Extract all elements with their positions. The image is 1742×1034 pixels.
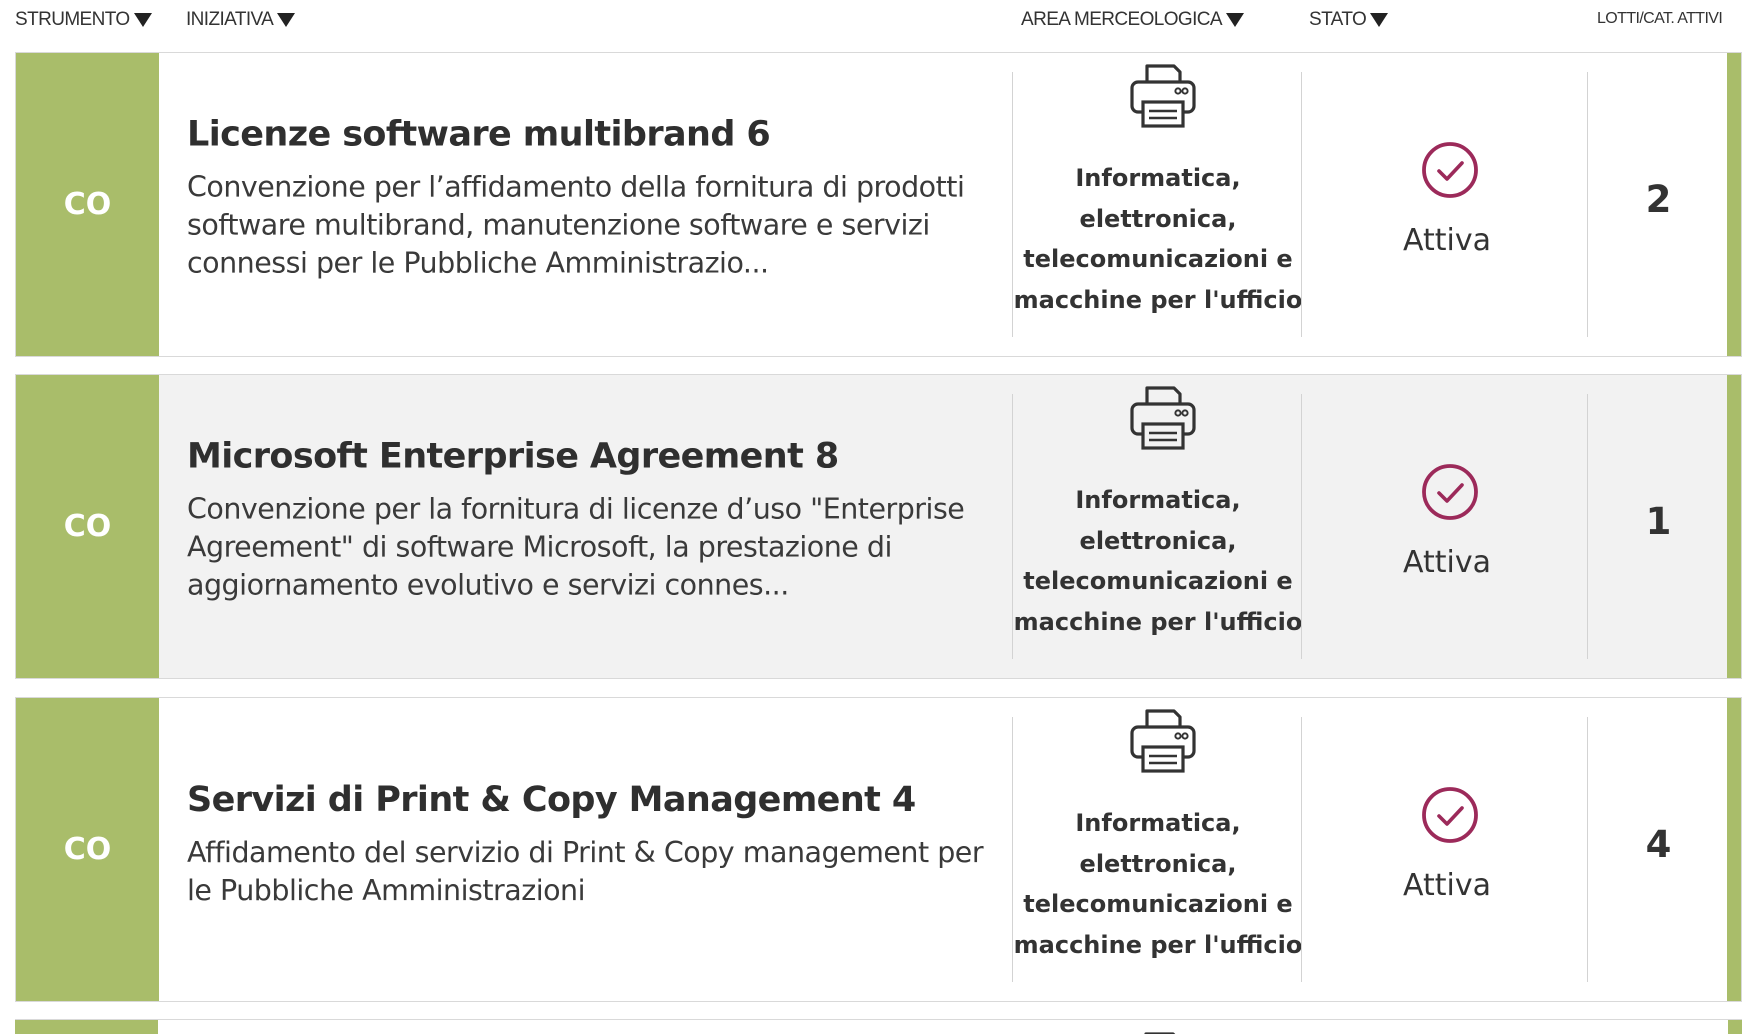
iniziativa-cell: Microsoft Enterprise Agreement 8 Convenz… (187, 436, 997, 604)
area-cell: Informatica, elettronica, telecomunicazi… (1013, 53, 1303, 356)
header-stato-label: STATO (1309, 9, 1367, 30)
table-row[interactable]: CO Licenze software multibrand 6 Convenz… (15, 52, 1742, 357)
row-accent (1728, 1020, 1742, 1034)
strumento-cell: CO (16, 698, 159, 1001)
stato-cell: Attiva (1302, 698, 1592, 1001)
table-header: STRUMENTO INIZIATIVA AREA MERCEOLOGICA S… (0, 0, 1742, 40)
stato-cell: Attiva (1302, 53, 1592, 356)
iniziativa-description: Convenzione per l’affidamento della forn… (187, 169, 965, 279)
header-lotti-label: LOTTI/CAT. ATTIVI (1597, 10, 1723, 27)
stato-label: Attiva (1403, 545, 1491, 580)
check-circle-icon (1422, 142, 1478, 198)
iniziativa-title[interactable]: Licenze software multibrand 6 (187, 114, 997, 154)
table-row[interactable]: CO Microsoft Enterprise Agreement 8 Conv… (15, 374, 1742, 679)
area-label: Informatica, elettronica, telecomunicazi… (1013, 486, 1303, 636)
row-accent (1727, 53, 1741, 356)
strumento-cell: CO (16, 53, 159, 356)
table-row-partial[interactable] (15, 1019, 1742, 1034)
sort-stato[interactable]: STATO (1309, 9, 1389, 31)
strumento-label: CO (63, 832, 112, 867)
header-lotti: LOTTI/CAT. ATTIVI (1597, 10, 1723, 28)
strumento-cell (15, 1020, 158, 1034)
check-circle-icon (1422, 464, 1478, 520)
lotti-count: 2 (1645, 178, 1672, 221)
strumento-label: CO (63, 187, 112, 222)
check-circle-icon (1422, 787, 1478, 843)
area-label: Informatica, elettronica, telecomunicazi… (1013, 164, 1303, 314)
row-accent (1727, 698, 1741, 1001)
header-iniziativa-label: INIZIATIVA (186, 9, 274, 30)
header-strumento-label: STRUMENTO (15, 9, 130, 30)
area-cell: Informatica, elettronica, telecomunicazi… (1013, 698, 1303, 1001)
stato-label: Attiva (1403, 223, 1491, 258)
printer-icon (1130, 64, 1196, 128)
sort-iniziativa[interactable]: INIZIATIVA (186, 9, 296, 31)
sort-down-icon (133, 13, 152, 27)
printer-icon (1130, 709, 1196, 773)
lotti-count: 4 (1645, 823, 1672, 866)
stato-cell: Attiva (1302, 375, 1592, 678)
iniziativa-title[interactable]: Microsoft Enterprise Agreement 8 (187, 436, 997, 476)
strumento-cell: CO (16, 375, 159, 678)
iniziativa-cell: Servizi di Print & Copy Management 4 Aff… (187, 779, 997, 909)
header-area-label: AREA MERCEOLOGICA (1021, 9, 1223, 30)
iniziativa-description: Convenzione per la fornitura di licenze … (187, 491, 965, 601)
sort-down-icon (1225, 13, 1244, 27)
sort-strumento[interactable]: STRUMENTO (15, 9, 152, 31)
row-accent (1727, 375, 1741, 678)
table-row[interactable]: CO Servizi di Print & Copy Management 4 … (15, 697, 1742, 1002)
strumento-label: CO (63, 509, 112, 544)
area-label: Informatica, elettronica, telecomunicazi… (1013, 809, 1303, 959)
sort-area-merceologica[interactable]: AREA MERCEOLOGICA (1021, 9, 1244, 31)
iniziativa-cell: Licenze software multibrand 6 Convenzion… (187, 114, 997, 282)
stato-label: Attiva (1403, 868, 1491, 903)
printer-icon (1144, 1032, 1176, 1034)
lotti-count: 1 (1645, 500, 1672, 543)
area-cell: Informatica, elettronica, telecomunicazi… (1013, 375, 1303, 678)
sort-down-icon (1370, 13, 1389, 27)
iniziativa-title[interactable]: Servizi di Print & Copy Management 4 (187, 779, 997, 819)
sort-down-icon (277, 13, 296, 27)
printer-icon (1130, 386, 1196, 450)
iniziativa-description: Affidamento del servizio di Print & Copy… (187, 835, 984, 907)
